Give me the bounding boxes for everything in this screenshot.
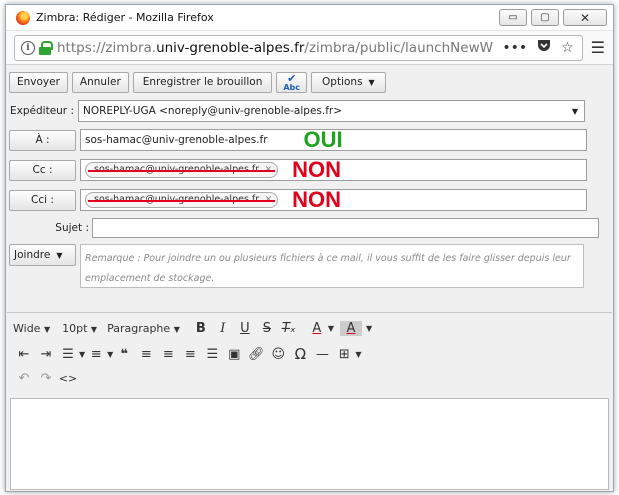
to-button[interactable]: À : [9,129,76,151]
image-icon[interactable]: ▣ [223,347,245,362]
minimize-button[interactable]: ▭ [499,9,527,26]
firefox-logo-icon [16,10,30,25]
from-select[interactable]: NOREPLY-UGA <noreply@univ-grenoble-alpes… [78,100,585,122]
url-text[interactable]: https://zimbra.univ-grenoble-alpes.fr/zi… [57,40,494,56]
options-dropdown-icon: ▼ [368,77,375,87]
editor-toolbar: Wide ▼ 10pt ▼ Paragraphe ▼ B I U S T̶ₓ A… [7,312,612,396]
strikethrough-icon[interactable]: S [256,321,278,336]
background-color-dropdown-icon[interactable]: ▼ [366,324,372,333]
outdent-icon[interactable]: ⇤ [13,347,35,362]
bcc-row: Cci : sos-hamac@univ-grenoble-alpes.fr ✕… [6,187,613,213]
navigation-bar: i https://zimbra.univ-grenoble-alpes.fr/… [6,31,613,65]
blockquote-icon[interactable]: ❝ [113,347,135,362]
attach-dropdown-icon: ▼ [56,250,63,260]
font-size-select[interactable]: 10pt ▼ [62,322,97,335]
strike-line [88,170,276,172]
emoticon-icon[interactable]: ☺ [267,347,289,362]
cancel-button[interactable]: Annuler [71,71,129,93]
more-actions-icon[interactable]: ••• [502,40,527,56]
bullet-list-icon[interactable]: ☰ [57,347,79,362]
cc-button[interactable]: Cc : [9,159,76,181]
attach-row: Joindre ▼ Remarque : Pour joindre un ou p… [6,244,613,288]
window-title: Zimbra: Rédiger - Mozilla Firefox [36,11,214,24]
align-right-icon[interactable]: ≡ [179,347,201,362]
maximize-button[interactable]: ▢ [531,9,559,26]
bcc-button[interactable]: Cci : [9,189,76,211]
text-color-dropdown-icon[interactable]: ▼ [328,324,334,333]
special-char-icon[interactable]: Ω [289,345,311,363]
align-left-icon[interactable]: ≡ [135,347,157,362]
clear-format-icon[interactable]: T̶ₓ [278,321,300,336]
underline-icon[interactable]: U [234,321,256,336]
options-button[interactable]: Options ▼ [311,71,386,93]
lock-icon[interactable] [39,40,53,55]
spellcheck-icon: ✔ Abc [283,71,301,92]
bcc-address-bubble[interactable]: sos-hamac@univ-grenoble-alpes.fr ✕ [85,192,279,208]
align-center-icon[interactable]: ≡ [157,347,179,362]
format-select[interactable]: Paragraphe ▼ [107,322,180,335]
indent-icon[interactable]: ⇥ [35,347,57,362]
subject-row: Sujet : [6,217,613,239]
cc-row: Cc : sos-hamac@univ-grenoble-alpes.fr ✕ … [6,157,613,183]
italic-icon[interactable]: I [212,321,234,336]
background-color-icon[interactable]: A [340,321,362,336]
width-select[interactable]: Wide ▼ [13,322,50,335]
link-icon[interactable]: 🔗︎ [245,347,267,362]
menu-icon[interactable]: ☰ [591,38,605,57]
attach-button[interactable]: Joindre ▼ [9,244,76,266]
horizontal-rule-icon[interactable]: — [311,347,333,362]
url-field[interactable]: i https://zimbra.univ-grenoble-alpes.fr/… [14,34,583,61]
from-dropdown-icon: ▼ [571,106,578,116]
table-icon[interactable]: ⊞ [333,347,355,362]
info-icon[interactable]: i [21,40,35,55]
cc-address-bubble[interactable]: sos-hamac@univ-grenoble-alpes.fr ✕ [85,162,279,178]
save-draft-button[interactable]: Enregistrer le brouillon [132,71,273,93]
compose-toolbar: Envoyer Annuler Enregistrer le brouillon… [6,68,613,96]
bcc-field[interactable]: sos-hamac@univ-grenoble-alpes.fr ✕ NON [80,187,587,212]
subject-label: Sujet : [55,222,89,234]
text-color-icon[interactable]: A [306,321,328,336]
oui-mark: OUI [303,127,343,152]
message-body-editor[interactable] [10,398,609,490]
cc-field[interactable]: sos-hamac@univ-grenoble-alpes.fr ✕ NON [80,157,587,182]
justify-icon[interactable]: ☰ [201,347,223,362]
spellcheck-button[interactable]: ✔ Abc [276,71,308,93]
subject-input[interactable] [92,218,599,238]
title-bar: Zimbra: Rédiger - Mozilla Firefox ▭ ▢ ✕ [6,5,613,31]
non-mark-bcc: NON [292,187,342,212]
undo-icon[interactable]: ↶ [13,371,35,386]
to-row: À : sos-hamac@univ-grenoble-alpes.fr OUI [6,127,613,153]
table-dropdown-icon[interactable]: ▼ [355,350,361,359]
from-value: NOREPLY-UGA <noreply@univ-grenoble-alpes… [83,105,343,117]
send-button[interactable]: Envoyer [9,71,68,93]
strike-line [88,200,276,202]
attach-drop-zone[interactable]: Remarque : Pour joindre un ou plusieurs … [80,244,584,288]
close-button[interactable]: ✕ [563,9,607,26]
browser-window: Zimbra: Rédiger - Mozilla Firefox ▭ ▢ ✕ … [5,4,614,492]
source-code-icon[interactable]: <> [57,372,79,385]
to-field[interactable]: sos-hamac@univ-grenoble-alpes.fr OUI [80,127,587,152]
from-label: Expéditeur : [10,105,74,117]
redo-icon[interactable]: ↷ [35,371,57,386]
from-row: Expéditeur : NOREPLY-UGA <noreply@univ-g… [6,99,613,123]
numbered-list-icon[interactable]: ≡ [85,347,107,362]
to-value: sos-hamac@univ-grenoble-alpes.fr [85,134,268,146]
bookmark-star-icon[interactable]: ☆ [561,40,574,56]
bold-icon[interactable]: B [190,321,212,336]
non-mark-cc: NON [292,157,342,182]
pocket-icon[interactable] [537,39,551,56]
